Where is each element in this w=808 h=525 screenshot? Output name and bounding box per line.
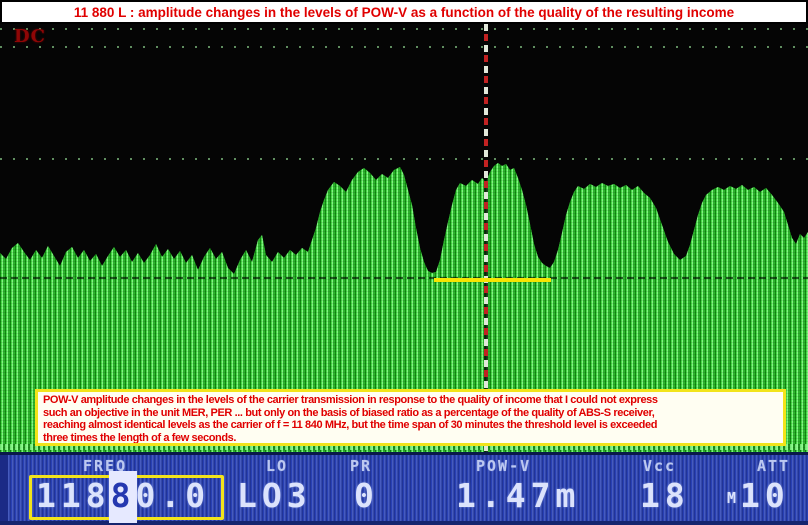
att-value: M10 — [727, 478, 790, 516]
graticule-dotted-row — [0, 28, 808, 30]
title-bar: 11 880 L : amplitude changes in the leve… — [0, 0, 808, 24]
lo-value: LO3 — [237, 478, 312, 514]
att-number: 10 — [740, 476, 790, 515]
frequency-digits: 0.0 — [135, 476, 210, 515]
page-title: 11 880 L : amplitude changes in the leve… — [74, 5, 734, 20]
annotation-line: reaching almost identical levels as the … — [43, 419, 778, 432]
annotation-box: POW-V amplitude changes in the levels of… — [35, 389, 786, 446]
dc-coupling-label: DC — [14, 26, 46, 47]
pr-label: PR — [350, 457, 372, 475]
spectrum-trace — [0, 24, 808, 452]
att-label: ATT — [757, 457, 790, 475]
pow-v-label: POW-V — [476, 457, 531, 475]
center-frequency-marker-line — [484, 24, 488, 452]
graticule-dotted-row — [0, 158, 808, 160]
status-bar: FREQ LO PR POW-V Vcc ATT 11880.0 LO3 0 1… — [0, 452, 808, 525]
threshold-highlight-segment — [434, 278, 551, 282]
annotation-line: such an objective in the unit MER, PER .… — [43, 407, 778, 420]
annotation-line: POW-V amplitude changes in the levels of… — [43, 394, 778, 407]
graticule-dotted-row — [0, 46, 808, 48]
spectrum-display: DC POW-V amplitude changes in the levels… — [0, 24, 808, 452]
meter-screen: 11 880 L : amplitude changes in the leve… — [0, 0, 808, 525]
vcc-value: 18 — [640, 478, 690, 514]
threshold-dashed-line — [0, 277, 808, 279]
lo-label: LO — [266, 457, 288, 475]
att-unit-prefix: M — [727, 489, 737, 507]
frequency-cursor-digit[interactable]: 8 — [109, 471, 138, 523]
pr-value: 0 — [354, 478, 379, 514]
vcc-label: Vcc — [643, 457, 676, 475]
annotation-line: three times the length of a few seconds. — [43, 432, 778, 445]
frequency-field[interactable]: 11880.0 — [36, 478, 210, 514]
pow-v-value: 1.47m — [456, 478, 580, 514]
frequency-digits: 118 — [36, 476, 111, 515]
